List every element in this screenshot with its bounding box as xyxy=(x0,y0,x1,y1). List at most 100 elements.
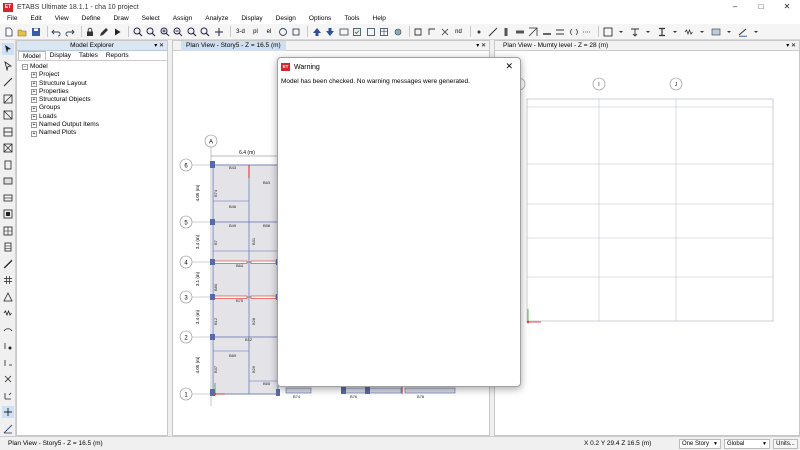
dialog-close-button[interactable]: ✕ xyxy=(505,61,513,72)
draw-column-icon[interactable] xyxy=(501,26,512,37)
tab-tables[interactable]: Tables xyxy=(75,51,102,60)
expand-icon[interactable]: + xyxy=(31,97,37,104)
spring-chevron-down-icon[interactable] xyxy=(697,26,708,37)
draw-grid-icon[interactable] xyxy=(2,274,14,286)
view-3d-button[interactable]: 3-d xyxy=(234,26,248,37)
tab-reports[interactable]: Reports xyxy=(102,51,133,60)
zoom-rubber-band-icon[interactable] xyxy=(132,26,143,37)
draw-wall-icon[interactable] xyxy=(555,26,566,37)
snap-point-icon[interactable] xyxy=(2,340,14,352)
draw-deck-icon[interactable] xyxy=(2,192,14,204)
zoom-restore-icon[interactable] xyxy=(146,26,157,37)
menu-assign[interactable]: Assign xyxy=(166,15,199,22)
draw-spring-icon[interactable] xyxy=(2,307,14,319)
menu-view[interactable]: View xyxy=(48,15,75,22)
tree-node-named-output-items[interactable]: + Named Output Items xyxy=(22,121,167,129)
draw-link-icon[interactable] xyxy=(582,26,593,37)
plan-view-mumty-tab[interactable]: Plan View - Mumty level - Z = 28 (m) xyxy=(503,42,608,49)
expand-icon[interactable]: + xyxy=(31,89,37,96)
minimize-button[interactable]: – xyxy=(722,0,748,14)
load-chevron-down-icon[interactable] xyxy=(643,26,654,37)
menu-design[interactable]: Design xyxy=(269,15,302,22)
menu-file[interactable]: File xyxy=(0,15,23,22)
units-button[interactable]: Units... xyxy=(773,438,798,449)
select-all-icon[interactable] xyxy=(413,26,424,37)
snap-perpendicular-icon[interactable] xyxy=(2,390,14,402)
draw-frame-region-icon[interactable] xyxy=(2,109,14,121)
draw-section-cut-icon[interactable] xyxy=(2,291,14,303)
show-tables-icon[interactable] xyxy=(379,26,390,37)
assign-i-section-icon[interactable] xyxy=(656,26,667,37)
menu-help[interactable]: Help xyxy=(366,15,392,22)
redo-button[interactable] xyxy=(64,26,75,37)
clear-selection-icon[interactable] xyxy=(440,26,451,37)
zoom-fit-icon[interactable] xyxy=(186,26,197,37)
draw-opening-icon[interactable] xyxy=(2,208,14,220)
show-shadow-icon[interactable] xyxy=(365,26,376,37)
save-button[interactable] xyxy=(30,26,41,37)
expand-icon[interactable]: + xyxy=(31,72,37,79)
snap-intersection-icon[interactable] xyxy=(2,373,14,385)
open-button[interactable] xyxy=(17,26,28,37)
show-objects-icon[interactable] xyxy=(392,26,403,37)
pane-close-icon[interactable]: ✕ xyxy=(159,43,164,49)
tree-node-structural-objects[interactable]: + Structural Objects xyxy=(22,96,167,104)
set-building-view-icon[interactable] xyxy=(352,26,363,37)
draw-frame-grid-icon[interactable] xyxy=(2,93,14,105)
tree-node-project[interactable]: + Project xyxy=(22,71,167,79)
draw-slab-icon[interactable] xyxy=(2,175,14,187)
tree-node-loads[interactable]: + Loads xyxy=(22,113,167,121)
draw-opening-icon[interactable] xyxy=(568,26,579,37)
zoom-in-icon[interactable] xyxy=(159,26,170,37)
draw-floor-icon[interactable] xyxy=(541,26,552,37)
pan-icon[interactable] xyxy=(213,26,224,37)
section-chevron-down-icon[interactable] xyxy=(670,26,681,37)
expand-icon[interactable]: + xyxy=(31,80,37,87)
draw-brace-icon[interactable] xyxy=(528,26,539,37)
menu-display[interactable]: Display xyxy=(234,15,268,22)
zoom-out-icon[interactable] xyxy=(173,26,184,37)
snap-lines-icon[interactable] xyxy=(2,423,14,435)
tree-node-properties[interactable]: + Properties xyxy=(22,88,167,96)
expand-icon[interactable]: + xyxy=(31,113,37,120)
coord-system-select[interactable]: Global ▼ xyxy=(724,438,770,449)
reshape-icon[interactable] xyxy=(2,60,14,72)
view-dropdown-icon[interactable]: ▾ xyxy=(476,43,479,49)
draw-tendon-icon[interactable] xyxy=(2,324,14,336)
menu-analyze[interactable]: Analyze xyxy=(198,15,234,22)
shell-chevron-down-icon[interactable] xyxy=(724,26,735,37)
draw-frame-icon[interactable] xyxy=(487,26,498,37)
menu-options[interactable]: Options xyxy=(302,15,337,22)
assign-shell-icon[interactable] xyxy=(710,26,721,37)
pencil-icon[interactable] xyxy=(98,26,109,37)
draw-line-icon[interactable] xyxy=(2,76,14,88)
tree-node-groups[interactable]: + Groups xyxy=(22,104,167,112)
perspective-icon[interactable] xyxy=(291,26,302,37)
collapse-icon[interactable]: − xyxy=(22,64,28,71)
display-options-icon[interactable] xyxy=(338,26,349,37)
zoom-previous-icon[interactable] xyxy=(200,26,211,37)
elevation-view-button[interactable]: el xyxy=(264,26,275,37)
tree-node-structure-layout[interactable]: + Structure Layout xyxy=(22,80,167,88)
menu-draw[interactable]: Draw xyxy=(106,15,134,22)
menu-define[interactable]: Define xyxy=(75,15,107,22)
menu-tools[interactable]: Tools xyxy=(337,15,365,22)
expand-icon[interactable]: + xyxy=(31,105,37,112)
new-model-button[interactable] xyxy=(3,26,14,37)
get-previous-selection-icon[interactable] xyxy=(426,26,437,37)
rotate-3d-icon[interactable] xyxy=(277,26,288,37)
mumty-drawing-canvas[interactable]: H I J xyxy=(495,51,799,435)
assign-load-icon[interactable] xyxy=(629,26,640,37)
tree-node-named-plots[interactable]: + Named Plots xyxy=(22,129,167,137)
draw-dimension-icon[interactable] xyxy=(2,258,14,270)
draw-area-icon[interactable] xyxy=(2,225,14,237)
draw-wall-icon[interactable] xyxy=(2,159,14,171)
assign-spring-icon[interactable] xyxy=(683,26,694,37)
dimension-chevron-down-icon[interactable] xyxy=(751,26,762,37)
close-window-button[interactable]: ✕ xyxy=(774,0,800,14)
menu-edit[interactable]: Edit xyxy=(23,15,47,22)
plan-view-mumty[interactable]: Plan View - Mumty level - Z = 28 (m) ▾ ✕… xyxy=(494,40,800,436)
dimension-line-icon[interactable] xyxy=(737,26,748,37)
pointer-select-icon[interactable] xyxy=(2,43,14,55)
tab-display[interactable]: Display xyxy=(46,51,75,60)
